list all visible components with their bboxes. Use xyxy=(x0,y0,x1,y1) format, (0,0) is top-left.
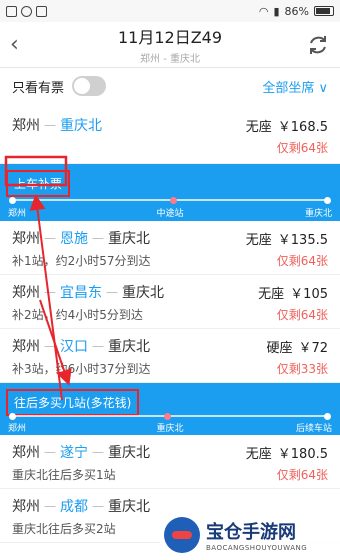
route-dash: — xyxy=(44,118,56,132)
to-station: 重庆北 xyxy=(108,339,150,355)
from-station: 郑州 xyxy=(12,118,40,134)
end-dot xyxy=(324,412,331,420)
track-label-end: 重庆北 xyxy=(304,209,332,219)
section-buy-more-stations: 往后多买几站(多花钱) 郑州 重庆北 后续车站 xyxy=(0,383,340,435)
to-station: 重庆北 xyxy=(60,118,102,134)
midway-dot xyxy=(163,412,171,420)
track-label-end: 后续车站 xyxy=(295,424,332,434)
section-upgrade-on-board: 上车补票 郑州 中途站 重庆北 xyxy=(0,164,340,221)
seat-type: 无座 xyxy=(245,232,272,248)
ticket-row[interactable]: 郑州 — 宜昌东 — 重庆北 无座 ￥105 补2站，约4小时5分到达 仅剩64张 xyxy=(0,275,340,329)
to-station: 重庆北 xyxy=(108,499,150,515)
section-heading: 往后多买几站(多花钱) xyxy=(6,389,140,416)
route-dash: — xyxy=(106,285,118,299)
refresh-icon[interactable] xyxy=(306,33,330,57)
ticket-price: ￥105 xyxy=(290,286,328,302)
trip-info: 补2站，约4小时5分到达 xyxy=(12,307,143,322)
route-dash: — xyxy=(44,285,56,299)
start-dot xyxy=(9,196,16,204)
remaining-tickets: 仅剩64张 xyxy=(276,253,328,268)
seat-filter-dropdown[interactable]: 全部坐席 ∨ xyxy=(262,77,328,96)
battery-percent: 86% xyxy=(284,4,309,18)
from-station: 郑州 xyxy=(12,445,40,461)
remaining-tickets: 仅剩64张 xyxy=(276,140,328,155)
route-track xyxy=(9,412,331,420)
sync-notification-icon xyxy=(21,5,32,17)
upgrade-ticket-list: 郑州 — 恩施 — 重庆北 无座 ￥135.5 补1站，约2小时57分到达 仅剩64张 郑州 — 宜昌… xyxy=(0,221,340,383)
trip-info: 补3站，约6小时37分到达 xyxy=(12,361,151,376)
via-station: 成都 xyxy=(60,499,88,515)
route-dash: — xyxy=(92,339,104,353)
to-station: 重庆北 xyxy=(108,231,150,247)
route-dash: — xyxy=(92,445,104,459)
track-label-start: 郑州 xyxy=(8,209,27,219)
track-label-start: 郑州 xyxy=(8,424,27,434)
direct-ticket-row[interactable]: 郑州 — 重庆北 无座 ￥168.5 仅剩64张 xyxy=(0,104,340,164)
watermark-title: 宝仓手游网 xyxy=(206,522,296,543)
watermark-subtitle: BAOCANGSHOUYOUWANG xyxy=(206,544,308,552)
only-available-label: 只看有票 xyxy=(12,80,65,96)
route-subtitle: 郑州 - 重庆北 xyxy=(140,54,200,65)
ticket-price: ￥72 xyxy=(298,340,328,356)
track-label-mid: 中途站 xyxy=(156,209,184,219)
watermark-emblem-icon xyxy=(164,517,200,553)
start-dot xyxy=(9,412,16,420)
seat-type: 无座 xyxy=(258,286,285,302)
page-title: 11月12日Z49 xyxy=(117,28,223,47)
back-icon[interactable]: ‹ xyxy=(10,32,34,57)
route-dash: — xyxy=(92,231,104,245)
ticket-price: ￥135.5 xyxy=(277,232,328,248)
ticket-row[interactable]: 郑州 — 汉口 — 重庆北 硬座 ￥72 补3站，约6小时37分到达 仅剩33张 xyxy=(0,329,340,383)
ticket-price: ￥180.5 xyxy=(277,446,328,462)
via-station: 宜昌东 xyxy=(60,285,102,301)
to-station: 重庆北 xyxy=(108,445,150,461)
trip-info: 补1站，约2小时57分到达 xyxy=(12,253,151,268)
track-label-mid: 重庆北 xyxy=(156,424,184,434)
via-station: 汉口 xyxy=(60,339,88,355)
battery-icon xyxy=(314,6,334,16)
wifi-icon: ◠ xyxy=(258,4,269,18)
remaining-tickets: 仅剩33张 xyxy=(276,361,328,376)
ticket-row[interactable]: 郑州 — 遂宁 — 重庆北 无座 ￥180.5 重庆北往后多买1站 仅剩64张 xyxy=(0,435,340,489)
app-screen: ◠ ▮ 86% ‹ 11月12日Z49 郑州 - 重庆北 只看有票 全部坐席 ∨… xyxy=(0,0,340,560)
end-dot xyxy=(324,196,331,204)
filter-row: 只看有票 全部坐席 ∨ xyxy=(0,68,340,104)
from-station: 郑州 xyxy=(12,285,40,301)
from-station: 郑州 xyxy=(12,231,40,247)
ticket-row[interactable]: 郑州 — 恩施 — 重庆北 无座 ￥135.5 补1站，约2小时57分到达 仅剩64张 xyxy=(0,221,340,275)
via-station: 恩施 xyxy=(60,231,88,247)
midway-dot xyxy=(170,196,177,204)
status-bar: ◠ ▮ 86% xyxy=(0,0,340,22)
route-dash: — xyxy=(44,339,56,353)
ticket-price: ￥168.5 xyxy=(277,119,328,135)
header: ‹ 11月12日Z49 郑州 - 重庆北 xyxy=(0,22,340,68)
seat-type: 硬座 xyxy=(266,340,293,356)
from-station: 郑州 xyxy=(12,339,40,355)
via-station: 遂宁 xyxy=(60,445,88,461)
seat-type: 无座 xyxy=(245,119,272,135)
route-dash: — xyxy=(44,499,56,513)
remaining-tickets: 仅剩64张 xyxy=(276,467,328,482)
section-heading: 上车补票 xyxy=(6,170,71,197)
signal-icon: ▮ xyxy=(273,4,280,18)
route-dash: — xyxy=(92,499,104,513)
trip-info: 重庆北往后多买1站 xyxy=(12,467,116,482)
to-station: 重庆北 xyxy=(122,285,164,301)
route-dash: — xyxy=(44,231,56,245)
app-notification-icon xyxy=(6,5,17,17)
only-available-toggle[interactable] xyxy=(72,76,107,96)
route-dash: — xyxy=(44,445,56,459)
message-notification-icon xyxy=(36,5,47,17)
remaining-tickets: 仅剩64张 xyxy=(276,307,328,322)
route-track xyxy=(9,196,331,204)
watermark-logo: 宝仓手游网 BAOCANGSHOUYOUWANG xyxy=(160,510,340,560)
trip-info: 重庆北往后多买2站 xyxy=(12,521,116,536)
seat-type: 无座 xyxy=(245,446,272,462)
from-station: 郑州 xyxy=(12,499,40,515)
